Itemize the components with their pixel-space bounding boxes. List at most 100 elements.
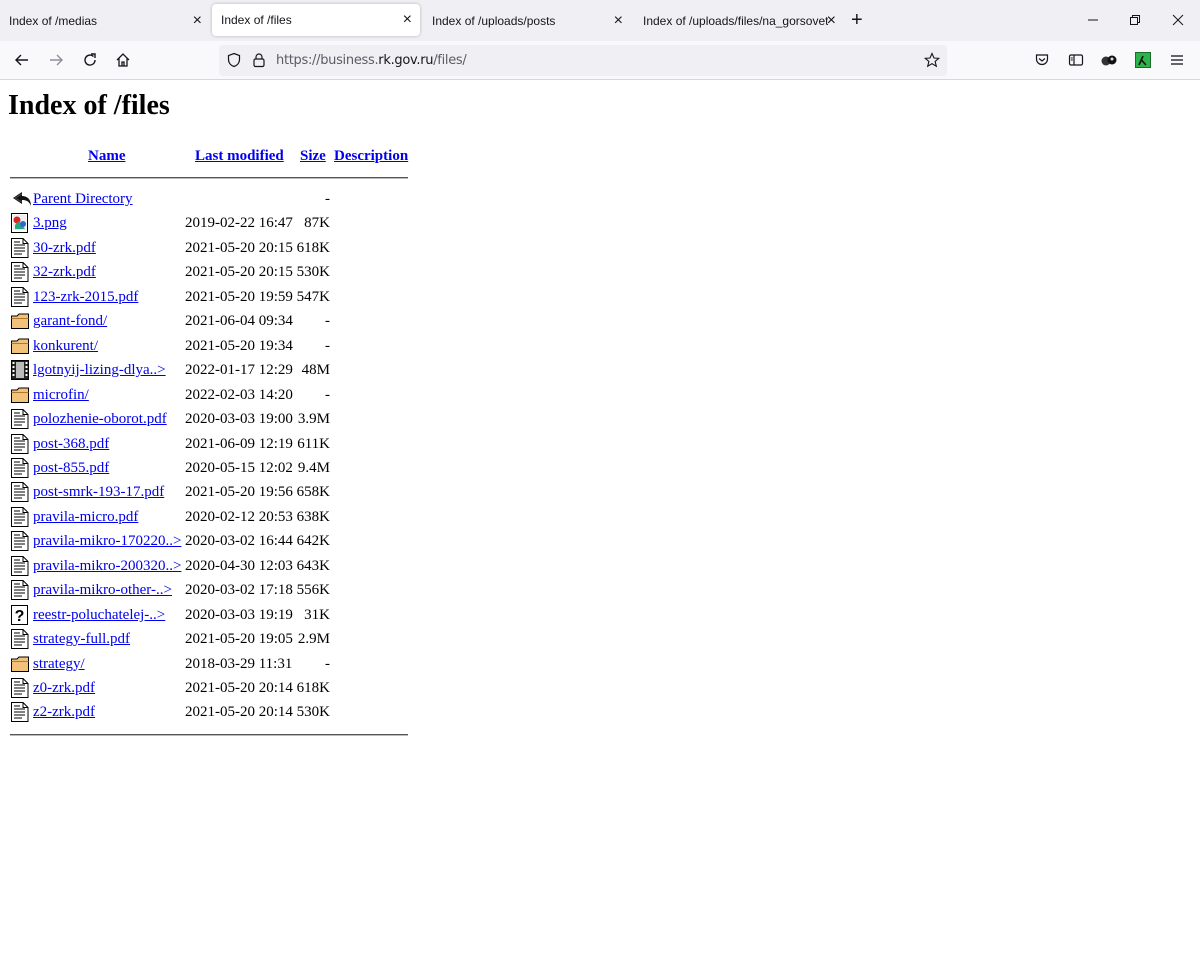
file-row: polozhenie-oborot.pdf 2020-03-03 19:00 3.9…: [0, 408, 420, 432]
file-link[interactable]: z0-zrk.pdf: [33, 680, 95, 697]
document-icon: [10, 579, 30, 601]
folder-icon: [10, 310, 30, 332]
document-icon: [10, 701, 30, 723]
forward-button[interactable]: [44, 48, 68, 72]
file-link[interactable]: microfin/: [33, 387, 89, 404]
close-icon[interactable]: ×: [403, 12, 412, 28]
file-link[interactable]: lgotnyij-lizing-dlya..>: [33, 362, 166, 379]
file-row: microfin/2022-02-03 14:20 -: [0, 384, 420, 408]
file-row: post-368.pdf 2021-06-09 12:19 611K: [0, 433, 420, 457]
new-tab-button[interactable]: +: [851, 9, 863, 31]
lock-icon[interactable]: [251, 52, 267, 68]
file-size: 618K: [296, 680, 330, 696]
file-size: 638K: [296, 508, 330, 525]
shield-icon[interactable]: [226, 52, 242, 68]
last-modified: 2020-05-15 12:02: [185, 459, 293, 476]
last-modified: 2019-02-22 16:47: [185, 215, 293, 232]
url-path: /files/: [433, 53, 467, 68]
file-link[interactable]: pravila-mikro-200320..>: [33, 558, 181, 575]
file-link[interactable]: strategy-full.pdf: [33, 631, 130, 648]
file-link[interactable]: 32-zrk.pdf: [33, 264, 96, 281]
restore-icon: [1130, 15, 1140, 25]
file-link[interactable]: pravila-mikro-170220..>: [33, 533, 181, 550]
file-size: 642K: [296, 533, 330, 550]
folder-icon: [10, 653, 30, 675]
url-domain: rk.gov.ru: [378, 53, 434, 68]
last-modified: 2020-03-03 19:19: [185, 606, 293, 623]
close-icon[interactable]: ×: [827, 12, 836, 29]
file-link[interactable]: garant-fond/: [33, 313, 107, 330]
file-size: -: [325, 386, 330, 403]
footer-divider: [10, 734, 408, 736]
page-content: Index of /files Name Last modified Size …: [0, 80, 1200, 960]
file-size: 87K: [304, 215, 330, 232]
file-link[interactable]: konkurent/: [33, 338, 98, 355]
file-row: pravila-mikro-200320..> 2020-04-30 12:03 6…: [0, 555, 420, 579]
page-title: Index of /files: [8, 90, 170, 121]
last-modified: 2022-01-17 12:29: [185, 362, 293, 379]
home-button[interactable]: [111, 48, 135, 72]
file-size: 530K: [296, 264, 330, 281]
column-header-description[interactable]: Description: [334, 148, 408, 165]
file-link[interactable]: pravila-mikro-other-..>: [33, 582, 172, 599]
tab-strip: Index of /medias × Index of /files × Ind…: [0, 0, 1200, 41]
restore-button[interactable]: [1123, 8, 1147, 32]
minimize-icon: [1088, 19, 1098, 21]
file-row: z0-zrk.pdf 2021-05-20 20:14 618K: [0, 677, 420, 701]
file-link[interactable]: strategy/: [33, 656, 85, 673]
tab-files[interactable]: Index of /files ×: [212, 4, 420, 36]
file-row: post-smrk-193-17.pdf 2021-05-20 19:56 658K: [0, 481, 420, 505]
tab-medias[interactable]: Index of /medias ×: [0, 0, 210, 41]
column-header-last-modified[interactable]: Last modified: [195, 148, 284, 165]
minimize-button[interactable]: [1081, 8, 1105, 32]
last-modified: 2020-03-03 19:00: [185, 411, 293, 428]
file-link[interactable]: 123-zrk-2015.pdf: [33, 289, 138, 306]
file-link[interactable]: 30-zrk.pdf: [33, 240, 96, 257]
file-size: 658K: [296, 484, 330, 501]
pocket-icon: [1035, 54, 1049, 66]
reload-button[interactable]: [78, 48, 102, 72]
file-row: garant-fond/2021-06-04 09:34 -: [0, 310, 420, 334]
document-icon: [10, 408, 30, 430]
close-icon[interactable]: ×: [614, 12, 623, 29]
last-modified: 2020-03-02 17:18: [185, 582, 293, 599]
file-link[interactable]: polozhenie-oborot.pdf: [33, 411, 167, 428]
parent-directory-link[interactable]: Parent Directory: [33, 191, 133, 208]
file-link[interactable]: pravila-micro.pdf: [33, 509, 138, 526]
back-button[interactable]: [10, 48, 34, 72]
bookmark-star-icon[interactable]: [924, 52, 940, 68]
last-modified: 2021-05-20 20:14: [185, 680, 293, 696]
column-header-size[interactable]: Size: [300, 148, 326, 165]
file-link[interactable]: reestr-poluchatelej-..>: [33, 607, 165, 624]
url-text[interactable]: https://business.rk.gov.ru/files/: [276, 53, 467, 68]
address-bar[interactable]: https://business.rk.gov.ru/files/: [219, 45, 947, 76]
tab-uploads-posts[interactable]: Index of /uploads/posts ×: [423, 0, 631, 41]
file-row: pravila-micro.pdf 2020-02-12 20:53 638K: [0, 506, 420, 530]
file-link[interactable]: post-855.pdf: [33, 460, 109, 477]
close-window-button[interactable]: [1166, 8, 1190, 32]
column-header-name[interactable]: Name: [88, 148, 126, 165]
extension-lambda-icon: [1135, 52, 1151, 68]
document-icon: [10, 506, 30, 528]
extension-button[interactable]: [1097, 48, 1121, 72]
sidebar-button[interactable]: [1064, 48, 1088, 72]
sidebar-icon: [1068, 54, 1084, 66]
file-size: 556K: [296, 582, 330, 599]
pocket-button[interactable]: [1030, 48, 1054, 72]
file-size: 611K: [297, 435, 330, 452]
tab-title: Index of /medias: [9, 13, 98, 28]
last-modified: 2021-05-20 19:56: [185, 484, 293, 501]
close-icon: [1172, 14, 1184, 26]
file-link[interactable]: z2-zrk.pdf: [33, 704, 95, 721]
file-row: strategy/2018-03-29 11:31 -: [0, 653, 420, 677]
file-link[interactable]: post-smrk-193-17.pdf: [33, 484, 164, 501]
extension-green-button[interactable]: [1131, 48, 1155, 72]
unknown-file-icon: ?: [10, 604, 30, 626]
file-size: 547K: [296, 288, 330, 305]
tab-title: Index of /uploads/files/na_gorsovet: [643, 13, 828, 28]
file-link[interactable]: 3.png: [33, 215, 67, 232]
menu-button[interactable]: [1165, 48, 1189, 72]
close-icon[interactable]: ×: [193, 12, 202, 29]
file-link[interactable]: post-368.pdf: [33, 436, 109, 453]
tab-na-gorsovet[interactable]: Index of /uploads/files/na_gorsovet ×: [634, 0, 844, 41]
